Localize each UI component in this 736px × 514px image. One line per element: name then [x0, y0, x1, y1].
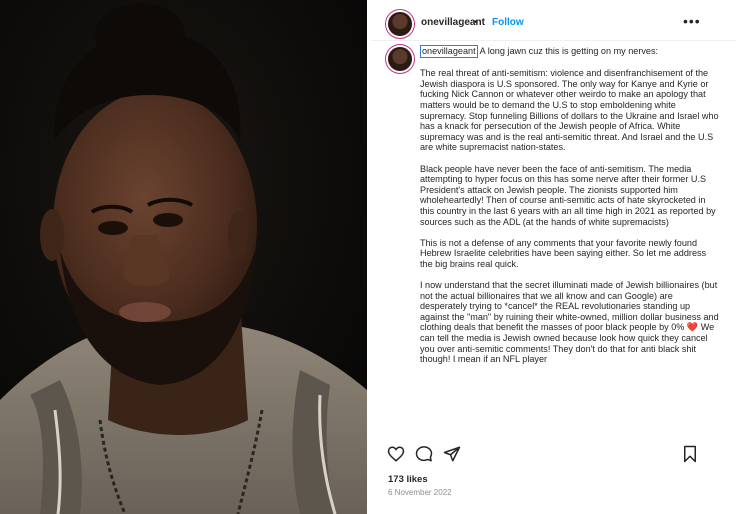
- more-options-icon[interactable]: •••: [683, 13, 701, 29]
- caption-paragraph: I now understand that the secret illumin…: [420, 280, 719, 365]
- portrait-photo: [0, 0, 367, 514]
- caption-paragraph: The real threat of anti-semitism: violen…: [420, 68, 719, 153]
- caption-username-link[interactable]: onevillageant: [420, 45, 478, 58]
- caption-first-line: A long jawn cuz this is getting on my ne…: [479, 46, 659, 56]
- separator-dot: •: [474, 17, 478, 28]
- post-date: 6 November 2022: [388, 488, 452, 497]
- caption-paragraph: Black people have never been the face of…: [420, 163, 716, 227]
- likes-count[interactable]: 173 likes: [388, 474, 428, 485]
- post-actions: [387, 445, 717, 465]
- send-icon[interactable]: [443, 445, 463, 465]
- heart-icon[interactable]: [387, 445, 407, 465]
- post-header: onevillageant • Follow •••: [371, 4, 736, 40]
- caption-paragraph: This is not a defense of any comments th…: [420, 237, 707, 269]
- post-caption: onevillageant A long jawn cuz this is get…: [420, 45, 720, 375]
- comment-icon[interactable]: [415, 445, 435, 465]
- bookmark-icon[interactable]: [681, 445, 701, 465]
- instagram-post: onevillageant • Follow ••• onevillageant…: [371, 4, 736, 514]
- header-divider: [371, 40, 736, 41]
- avatar[interactable]: [388, 12, 412, 36]
- caption-avatar[interactable]: [388, 47, 412, 71]
- follow-button[interactable]: Follow: [492, 17, 524, 28]
